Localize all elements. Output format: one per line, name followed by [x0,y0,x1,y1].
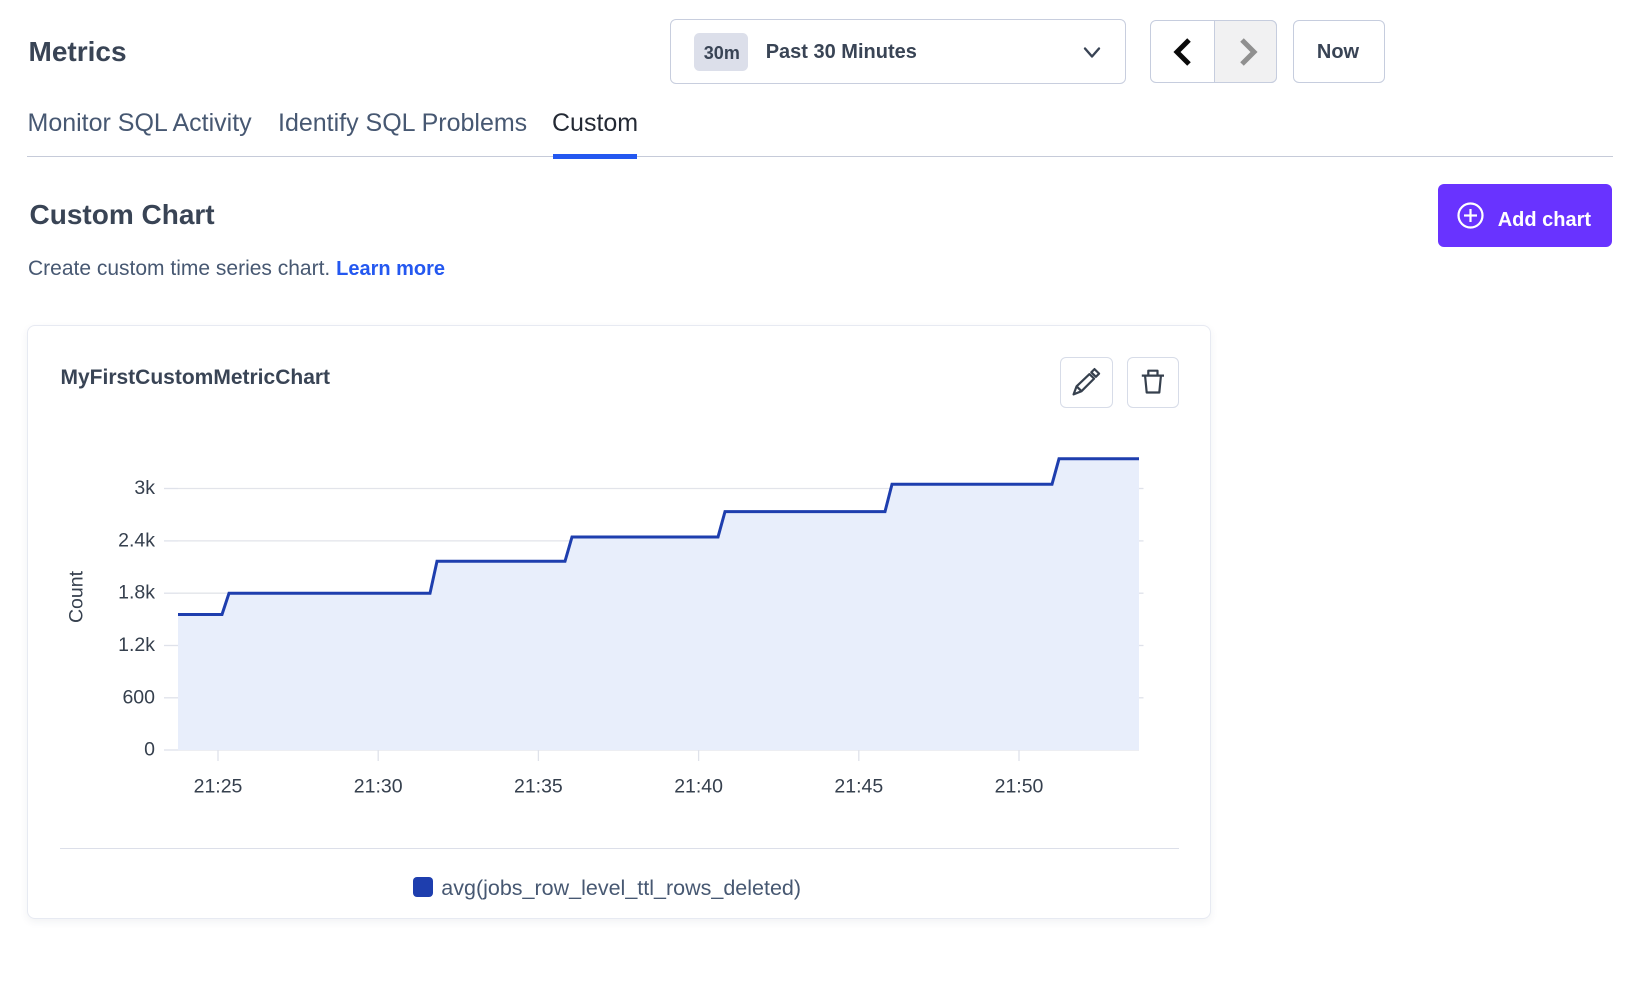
svg-text:21:35: 21:35 [514,776,563,798]
svg-text:3k: 3k [134,477,155,499]
svg-text:21:45: 21:45 [834,776,883,798]
svg-text:21:25: 21:25 [194,776,243,798]
svg-text:21:40: 21:40 [674,776,723,798]
svg-text:1.8k: 1.8k [118,582,155,604]
svg-text:21:30: 21:30 [354,776,403,798]
svg-text:21:50: 21:50 [995,776,1044,798]
svg-text:Count: Count [66,570,88,623]
svg-text:0: 0 [144,739,155,761]
svg-text:600: 600 [122,686,155,708]
svg-text:1.2k: 1.2k [118,634,155,656]
svg-text:2.4k: 2.4k [118,529,155,551]
